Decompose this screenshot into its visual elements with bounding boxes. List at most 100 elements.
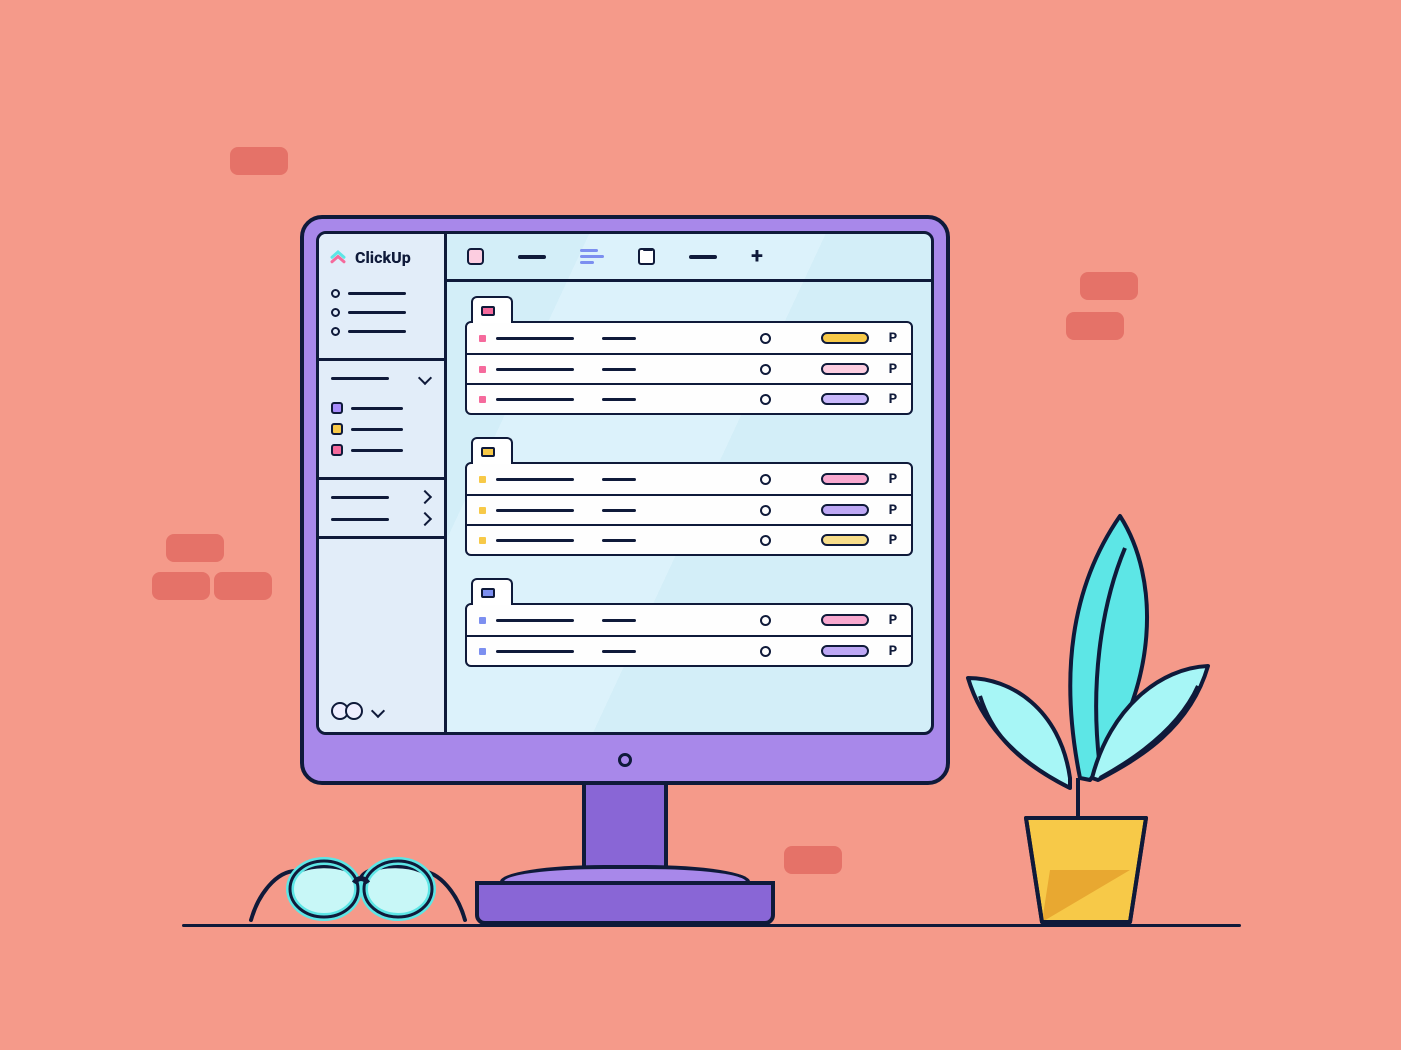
priority-flag[interactable]: P — [887, 331, 899, 346]
sidebar-folder-item[interactable] — [331, 514, 432, 524]
sidebar-folder-item[interactable] — [331, 492, 432, 502]
status-color-chip — [481, 447, 495, 457]
chevron-right-icon — [418, 512, 432, 526]
task-title-placeholder — [496, 650, 574, 653]
task-row[interactable]: P — [467, 464, 911, 494]
sidebar-space-item[interactable] — [331, 402, 432, 414]
space-color-icon — [331, 423, 343, 435]
brick-decoration — [152, 572, 210, 600]
priority-flag[interactable]: P — [887, 533, 899, 548]
brick-decoration — [1066, 312, 1124, 340]
view-tab[interactable] — [689, 255, 717, 259]
board-icon — [638, 248, 655, 265]
view-tabs: + — [447, 234, 931, 282]
list-view-icon — [467, 248, 484, 265]
assignee-placeholder-icon[interactable] — [760, 505, 771, 516]
task-row[interactable]: P — [467, 605, 911, 635]
brick-decoration — [214, 572, 272, 600]
monitor-power-button — [618, 753, 632, 767]
tag-pill[interactable] — [821, 645, 869, 657]
priority-flag[interactable]: P — [887, 503, 899, 518]
app-name: ClickUp — [355, 248, 411, 267]
task-row[interactable]: P — [467, 635, 911, 665]
group-status-tab[interactable] — [471, 578, 513, 605]
sidebar-nav-item[interactable] — [331, 289, 432, 298]
task-title-placeholder — [602, 619, 636, 622]
add-view-button[interactable]: + — [751, 246, 763, 268]
monitor-stand — [475, 881, 775, 925]
monitor-stand — [500, 865, 750, 885]
plant-decoration — [950, 478, 1230, 928]
task-rows: PPP — [465, 321, 913, 415]
priority-flag[interactable]: P — [887, 472, 899, 487]
tag-pill[interactable] — [821, 393, 869, 405]
radio-icon — [331, 308, 340, 317]
task-row[interactable]: P — [467, 353, 911, 383]
task-title-placeholder — [496, 619, 574, 622]
assignee-placeholder-icon[interactable] — [760, 535, 771, 546]
priority-flag[interactable]: P — [887, 392, 899, 407]
assignee-placeholder-icon[interactable] — [760, 474, 771, 485]
priority-flag[interactable]: P — [887, 613, 899, 628]
task-title-placeholder — [496, 539, 574, 542]
space-color-icon — [331, 444, 343, 456]
task-status-bullet — [479, 648, 486, 655]
group-status-tab[interactable] — [471, 296, 513, 323]
tag-pill[interactable] — [821, 332, 869, 344]
task-group: PP — [465, 578, 913, 667]
assignee-placeholder-icon[interactable] — [760, 646, 771, 657]
group-status-tab[interactable] — [471, 437, 513, 464]
tag-pill[interactable] — [821, 363, 869, 375]
monitor: ClickUp — [300, 215, 950, 925]
app-window: ClickUp — [316, 231, 934, 735]
sidebar-nav-item[interactable] — [331, 327, 432, 336]
status-color-chip — [481, 588, 495, 598]
space-color-icon — [331, 402, 343, 414]
task-status-bullet — [479, 366, 486, 373]
sidebar-space-item[interactable] — [331, 444, 432, 456]
view-tab-gantt[interactable] — [580, 249, 604, 264]
assignee-placeholder-icon[interactable] — [760, 615, 771, 626]
view-tab-board[interactable] — [638, 248, 655, 265]
app-logo[interactable]: ClickUp — [319, 234, 444, 275]
task-list-content: PPPPPPPP — [447, 282, 931, 732]
sidebar: ClickUp — [319, 234, 447, 732]
task-title-placeholder — [602, 539, 636, 542]
sidebar-nav-item[interactable] — [331, 308, 432, 317]
assignee-placeholder-icon[interactable] — [760, 333, 771, 344]
chevron-right-icon — [418, 490, 432, 504]
gantt-icon — [580, 249, 604, 264]
task-group: PPP — [465, 437, 913, 556]
member-avatars[interactable] — [331, 702, 385, 720]
task-rows: PPP — [465, 462, 913, 556]
task-row[interactable]: P — [467, 323, 911, 353]
task-status-bullet — [479, 617, 486, 624]
task-title-placeholder — [496, 398, 574, 401]
priority-flag[interactable]: P — [887, 362, 899, 377]
tag-pill[interactable] — [821, 473, 869, 485]
task-status-bullet — [479, 476, 486, 483]
tag-pill[interactable] — [821, 504, 869, 516]
task-status-bullet — [479, 396, 486, 403]
sidebar-section-header[interactable] — [331, 373, 432, 383]
view-tab-list[interactable] — [467, 248, 484, 265]
tag-pill[interactable] — [821, 534, 869, 546]
task-group: PPP — [465, 296, 913, 415]
priority-flag[interactable]: P — [887, 644, 899, 659]
assignee-placeholder-icon[interactable] — [760, 394, 771, 405]
plus-icon: + — [751, 246, 763, 268]
tag-pill[interactable] — [821, 614, 869, 626]
task-row[interactable]: P — [467, 524, 911, 554]
chevron-down-icon — [371, 704, 385, 718]
radio-icon — [331, 327, 340, 336]
task-row[interactable]: P — [467, 494, 911, 524]
task-title-placeholder — [602, 398, 636, 401]
task-status-bullet — [479, 507, 486, 514]
task-row[interactable]: P — [467, 383, 911, 413]
glasses-decoration — [248, 835, 468, 927]
view-tab[interactable] — [518, 255, 546, 259]
assignee-placeholder-icon[interactable] — [760, 364, 771, 375]
brick-decoration — [230, 147, 288, 175]
task-title-placeholder — [602, 337, 636, 340]
sidebar-space-item[interactable] — [331, 423, 432, 435]
